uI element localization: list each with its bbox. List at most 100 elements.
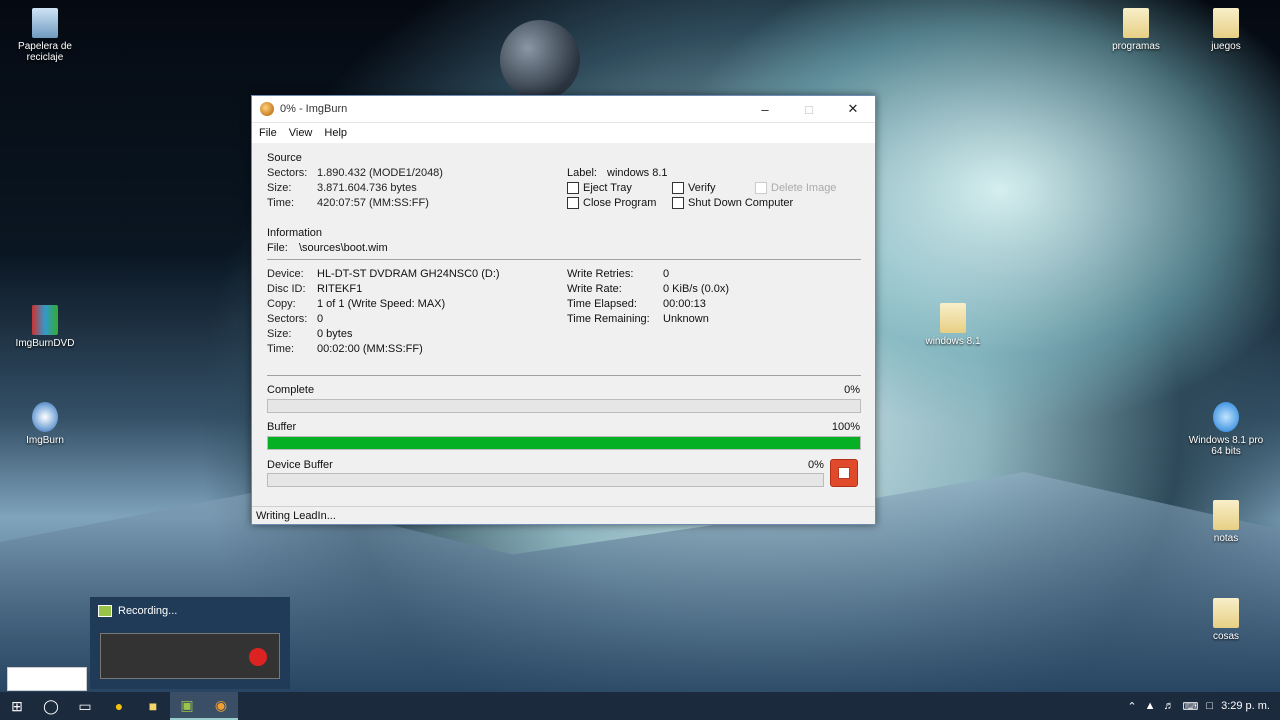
desktop-icon-label: cosas [1212,631,1240,642]
minimize-button[interactable]: – [743,96,787,123]
file-explorer-button[interactable]: ■ [136,692,170,720]
imgburn-app-icon [260,102,274,116]
title-bar: 0% - ImgBurn – □ ✕ [252,96,875,123]
imgburn-window: 0% - ImgBurn – □ ✕ File View Help Source… [251,95,876,525]
desktop-icon-imgburn[interactable]: ImgBurn [5,402,85,446]
info-file-row: File: \sources\boot.wim [267,242,388,254]
label: Sectors: [267,167,308,179]
menu-help[interactable]: Help [323,127,348,139]
desktop-icon-recycle-bin[interactable]: Papelera de reciclaje [5,8,85,63]
label: Time Remaining: [567,313,650,325]
value: 0 bytes [317,328,353,340]
desktop-icon-label: ImgBurnDVD [15,338,75,349]
imgburn-taskbar-button[interactable]: ◉ [204,692,238,720]
menu-view[interactable]: View [288,127,314,139]
folder-icon: ■ [148,698,158,714]
label: Write Retries: [567,268,634,280]
buffer-label: Buffer [267,421,297,433]
show-hidden-icons-icon[interactable]: ⌃ [1127,700,1136,713]
desktop-icon-windows81[interactable]: windows 8.1 [913,303,993,347]
folder-icon [1213,8,1239,38]
info-retries-row: Write Retries: 0 [567,268,669,280]
label: Size: [267,182,292,194]
lightning-icon [1213,402,1239,432]
window-title: 0% - ImgBurn [280,103,348,115]
imgburn-icon: ◉ [214,696,228,713]
desktop-icon-label: windows 8.1 [925,336,981,347]
desktop-icon-windows81pro[interactable]: Windows 8.1 pro 64 bits [1186,402,1266,457]
divider [267,375,861,376]
divider [267,259,861,260]
label: Disc ID: [267,283,306,295]
desktop-icon-cosas[interactable]: cosas [1186,598,1266,642]
value: 0 [317,313,324,325]
chrome-icon: ● [114,698,124,714]
value: 420:07:57 (MM:SS:FF) [317,197,429,209]
value: 1.890.432 (MODE1/2048) [317,167,443,179]
checkbox-label: Verify [688,182,716,194]
source-heading: Source [267,152,302,164]
value: \sources\boot.wim [299,242,388,254]
value: 0 KiB/s (0.0x) [663,283,730,295]
folder-icon [940,303,966,333]
checkbox-label: Close Program [583,197,657,209]
recording-preview[interactable]: Recording... [90,597,290,689]
info-time-row: Time: 00:02:00 (MM:SS:FF) [267,343,423,355]
label: Size: [267,328,292,340]
label: Copy: [267,298,296,310]
record-dot-icon [249,648,267,666]
stop-button[interactable] [830,459,858,487]
folder-icon [1123,8,1149,38]
folder-icon [1213,500,1239,530]
volume-icon[interactable]: ♬ [1164,700,1175,712]
value: 3.871.604.736 bytes [317,182,417,194]
info-copy-row: Copy: 1 of 1 (Write Speed: MAX) [267,298,445,310]
desktop-icon-imgburndvd[interactable]: ImgBurnDVD [5,305,85,349]
recording-label: Recording... [118,605,178,617]
imgburn-mini-preview[interactable] [7,667,87,691]
desktop-icon-label: Papelera de reciclaje [18,41,72,63]
action-center-icon[interactable]: □ [1206,700,1213,712]
shutdown-checkbox[interactable]: Shut Down Computer [672,197,793,209]
verify-checkbox[interactable]: Verify [672,182,716,194]
checkbox-box [672,197,684,209]
delete-image-checkbox: Delete Image [755,182,836,194]
network-icon[interactable]: ▲ [1145,700,1156,712]
stop-icon [838,467,850,479]
keyboard-icon[interactable]: ⌨ [1183,700,1199,713]
task-view-button[interactable]: ▭ [68,692,102,720]
label: File: [267,242,288,254]
device-buffer-percent: 0% [808,459,824,471]
label: Time: [267,343,295,355]
device-buffer-label: Device Buffer [267,459,333,471]
system-tray: ⌃ ▲ ♬ ⌨ □ 3:29 p. m. [1127,692,1280,720]
close-program-checkbox[interactable]: Close Program [567,197,656,209]
value: Unknown [663,313,709,325]
value: 00:02:00 (MM:SS:FF) [317,343,423,355]
buffer-percent: 100% [831,421,860,433]
value: 1 of 1 (Write Speed: MAX) [317,298,446,310]
close-button[interactable]: ✕ [831,96,875,123]
menu-file[interactable]: File [258,127,278,139]
start-button[interactable]: ⊞ [0,692,34,720]
checkbox-box [567,182,579,194]
windows-logo-icon: ⊞ [11,697,23,714]
clock[interactable]: 3:29 p. m. [1221,700,1270,712]
desktop-icon-juegos[interactable]: juegos [1186,8,1266,52]
maximize-button[interactable]: □ [787,96,831,123]
chrome-button[interactable]: ● [102,692,136,720]
recorder-taskbar-button[interactable]: ▣ [170,692,204,720]
recycle-bin-icon [32,8,58,38]
label: Label: [567,167,597,179]
desktop-icon-notas[interactable]: notas [1186,500,1266,544]
desktop-icon-programas[interactable]: programas [1096,8,1176,52]
eject-tray-checkbox[interactable]: Eject Tray [567,182,632,194]
source-size-row: Size: 3.871.604.736 bytes [267,182,417,194]
imgburn-icon [32,402,58,432]
source-label-row: Label: windows 8.1 [567,167,668,179]
recorder-icon: ▣ [180,696,194,713]
complete-label: Complete [267,384,315,396]
planet [500,20,580,100]
search-button[interactable]: ◯ [34,692,68,720]
checkbox-box [755,182,767,194]
